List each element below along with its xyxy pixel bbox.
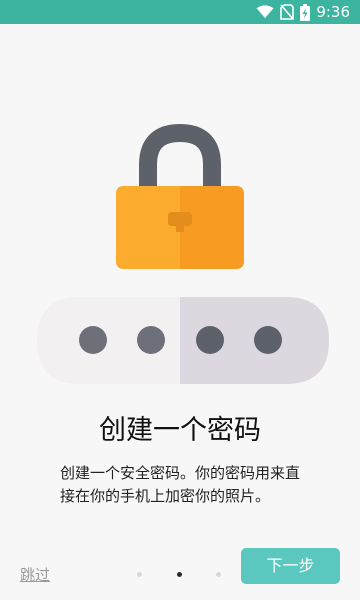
page-description: 创建一个安全密码。你的密码用来直接在你的手机上加密你的照片。 [60,464,301,505]
password-field-graphic [37,297,329,384]
wifi-icon [256,5,274,19]
no-sim-icon [280,4,295,20]
lock-shackle [139,123,221,188]
status-time: 9:36 [316,3,350,21]
page-dot [137,572,142,577]
page-title: 创建一个密码 [99,415,261,446]
password-dot [137,326,165,354]
password-dot [196,326,224,354]
lock-body-left [116,186,180,269]
password-dot [254,326,282,354]
status-bar: 9:36 [0,0,360,24]
padlock-icon [116,123,244,269]
page-dot-active [177,572,182,577]
page-dot [216,572,221,577]
lock-body-right [180,186,244,269]
lock-illustration [37,123,329,384]
password-dot [79,326,107,354]
battery-charging-icon [300,3,311,21]
next-button[interactable]: 下一步 [241,548,340,584]
